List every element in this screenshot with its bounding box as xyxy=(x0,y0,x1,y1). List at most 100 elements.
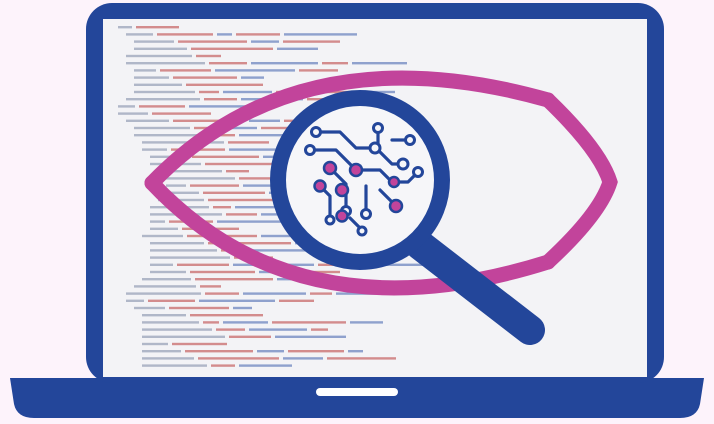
code-line-segment xyxy=(166,184,186,187)
code-line-segment xyxy=(158,177,235,180)
code-line-segment xyxy=(190,314,263,317)
code-line-segment xyxy=(279,299,314,302)
code-line-segment xyxy=(223,321,268,324)
code-line-segment xyxy=(150,220,165,223)
code-line-segment xyxy=(142,342,168,346)
code-line-segment xyxy=(216,328,245,331)
code-line-segment xyxy=(322,62,348,65)
code-line-segment xyxy=(277,47,318,50)
code-line-segment xyxy=(283,357,323,360)
code-line-segment xyxy=(226,170,249,173)
code-line-segment xyxy=(196,54,221,58)
code-line-segment xyxy=(118,26,132,29)
code-line-segment xyxy=(299,69,338,72)
code-line-segment xyxy=(142,364,207,367)
code-line-segment xyxy=(150,256,230,259)
code-line-segment xyxy=(251,62,318,65)
code-line-segment xyxy=(191,47,273,50)
code-line-segment xyxy=(275,335,346,338)
code-line-segment xyxy=(177,263,229,266)
code-line-segment xyxy=(173,76,237,79)
code-line-segment xyxy=(142,148,167,151)
code-line-segment xyxy=(134,47,187,50)
code-line-segment xyxy=(142,335,225,338)
code-line-segment xyxy=(217,33,232,36)
code-line-segment xyxy=(288,350,344,353)
code-line-segment xyxy=(251,40,279,43)
code-line-segment xyxy=(142,350,181,353)
code-line-segment xyxy=(233,306,252,310)
laptop-base xyxy=(10,378,704,418)
code-line-segment xyxy=(203,321,219,324)
code-line-segment xyxy=(205,292,239,295)
code-line-segment xyxy=(213,206,231,209)
code-line-segment xyxy=(126,62,205,65)
code-line-segment xyxy=(228,141,269,144)
code-line-segment xyxy=(172,342,227,346)
code-line-segment xyxy=(142,328,212,331)
code-line-segment xyxy=(157,33,213,36)
code-line-segment xyxy=(185,350,253,353)
code-line-segment xyxy=(118,105,135,108)
code-line-segment xyxy=(126,119,169,122)
code-line-segment xyxy=(118,112,148,115)
code-line-segment xyxy=(204,98,237,101)
code-line-segment xyxy=(199,90,219,94)
code-line-segment xyxy=(186,83,263,86)
code-line-segment xyxy=(134,285,196,288)
code-line-segment xyxy=(126,54,192,58)
code-line-segment xyxy=(152,112,211,115)
code-line-segment xyxy=(311,328,328,331)
code-line-segment xyxy=(126,98,200,101)
code-line-segment xyxy=(249,328,307,331)
code-line-segment xyxy=(195,278,273,281)
code-line-segment xyxy=(150,270,186,274)
code-line-segment xyxy=(190,270,255,274)
code-line-segment xyxy=(134,40,174,43)
code-line-segment xyxy=(348,350,363,353)
code-line-segment xyxy=(208,198,283,202)
code-line-segment xyxy=(203,191,265,194)
code-line-segment xyxy=(243,292,306,295)
code-line-segment xyxy=(126,33,153,36)
code-line-segment xyxy=(209,62,247,65)
code-line-segment xyxy=(134,83,182,86)
code-line-segment xyxy=(142,234,183,238)
code-line-segment xyxy=(190,184,239,187)
code-line-segment xyxy=(352,62,407,65)
code-line-segment xyxy=(150,242,204,245)
code-line-segment xyxy=(239,364,292,367)
laptop-notch xyxy=(316,388,398,396)
code-line-segment xyxy=(239,177,275,180)
code-line-segment xyxy=(126,299,144,302)
code-line-segment xyxy=(350,321,383,324)
code-line-segment xyxy=(283,40,340,43)
laptop-icon xyxy=(10,3,704,418)
code-line-segment xyxy=(126,292,201,295)
code-line-segment xyxy=(327,357,396,360)
code-line-segment xyxy=(284,33,357,36)
code-line-segment xyxy=(150,263,173,266)
code-line-segment xyxy=(139,105,185,108)
code-line-segment xyxy=(178,40,247,43)
code-line-segment xyxy=(215,69,295,72)
code-line-segment xyxy=(226,213,257,216)
code-line-segment xyxy=(236,33,280,36)
code-line-segment xyxy=(134,69,156,72)
code-line-segment xyxy=(148,299,195,302)
code-line-segment xyxy=(169,306,229,310)
illustration-stage xyxy=(0,0,714,424)
code-line-segment xyxy=(217,220,290,223)
code-line-segment xyxy=(134,126,190,130)
code-line-segment xyxy=(241,76,264,79)
code-line-segment xyxy=(142,321,199,324)
code-line-segment xyxy=(223,90,272,94)
code-line-segment xyxy=(272,321,346,324)
code-line-segment xyxy=(142,357,194,360)
code-line-segment xyxy=(249,119,280,122)
code-line-segment xyxy=(261,234,290,238)
code-line-segment xyxy=(134,134,203,137)
code-line-segment xyxy=(150,249,217,252)
code-line-segment xyxy=(257,350,284,353)
code-line-segment xyxy=(142,278,191,281)
